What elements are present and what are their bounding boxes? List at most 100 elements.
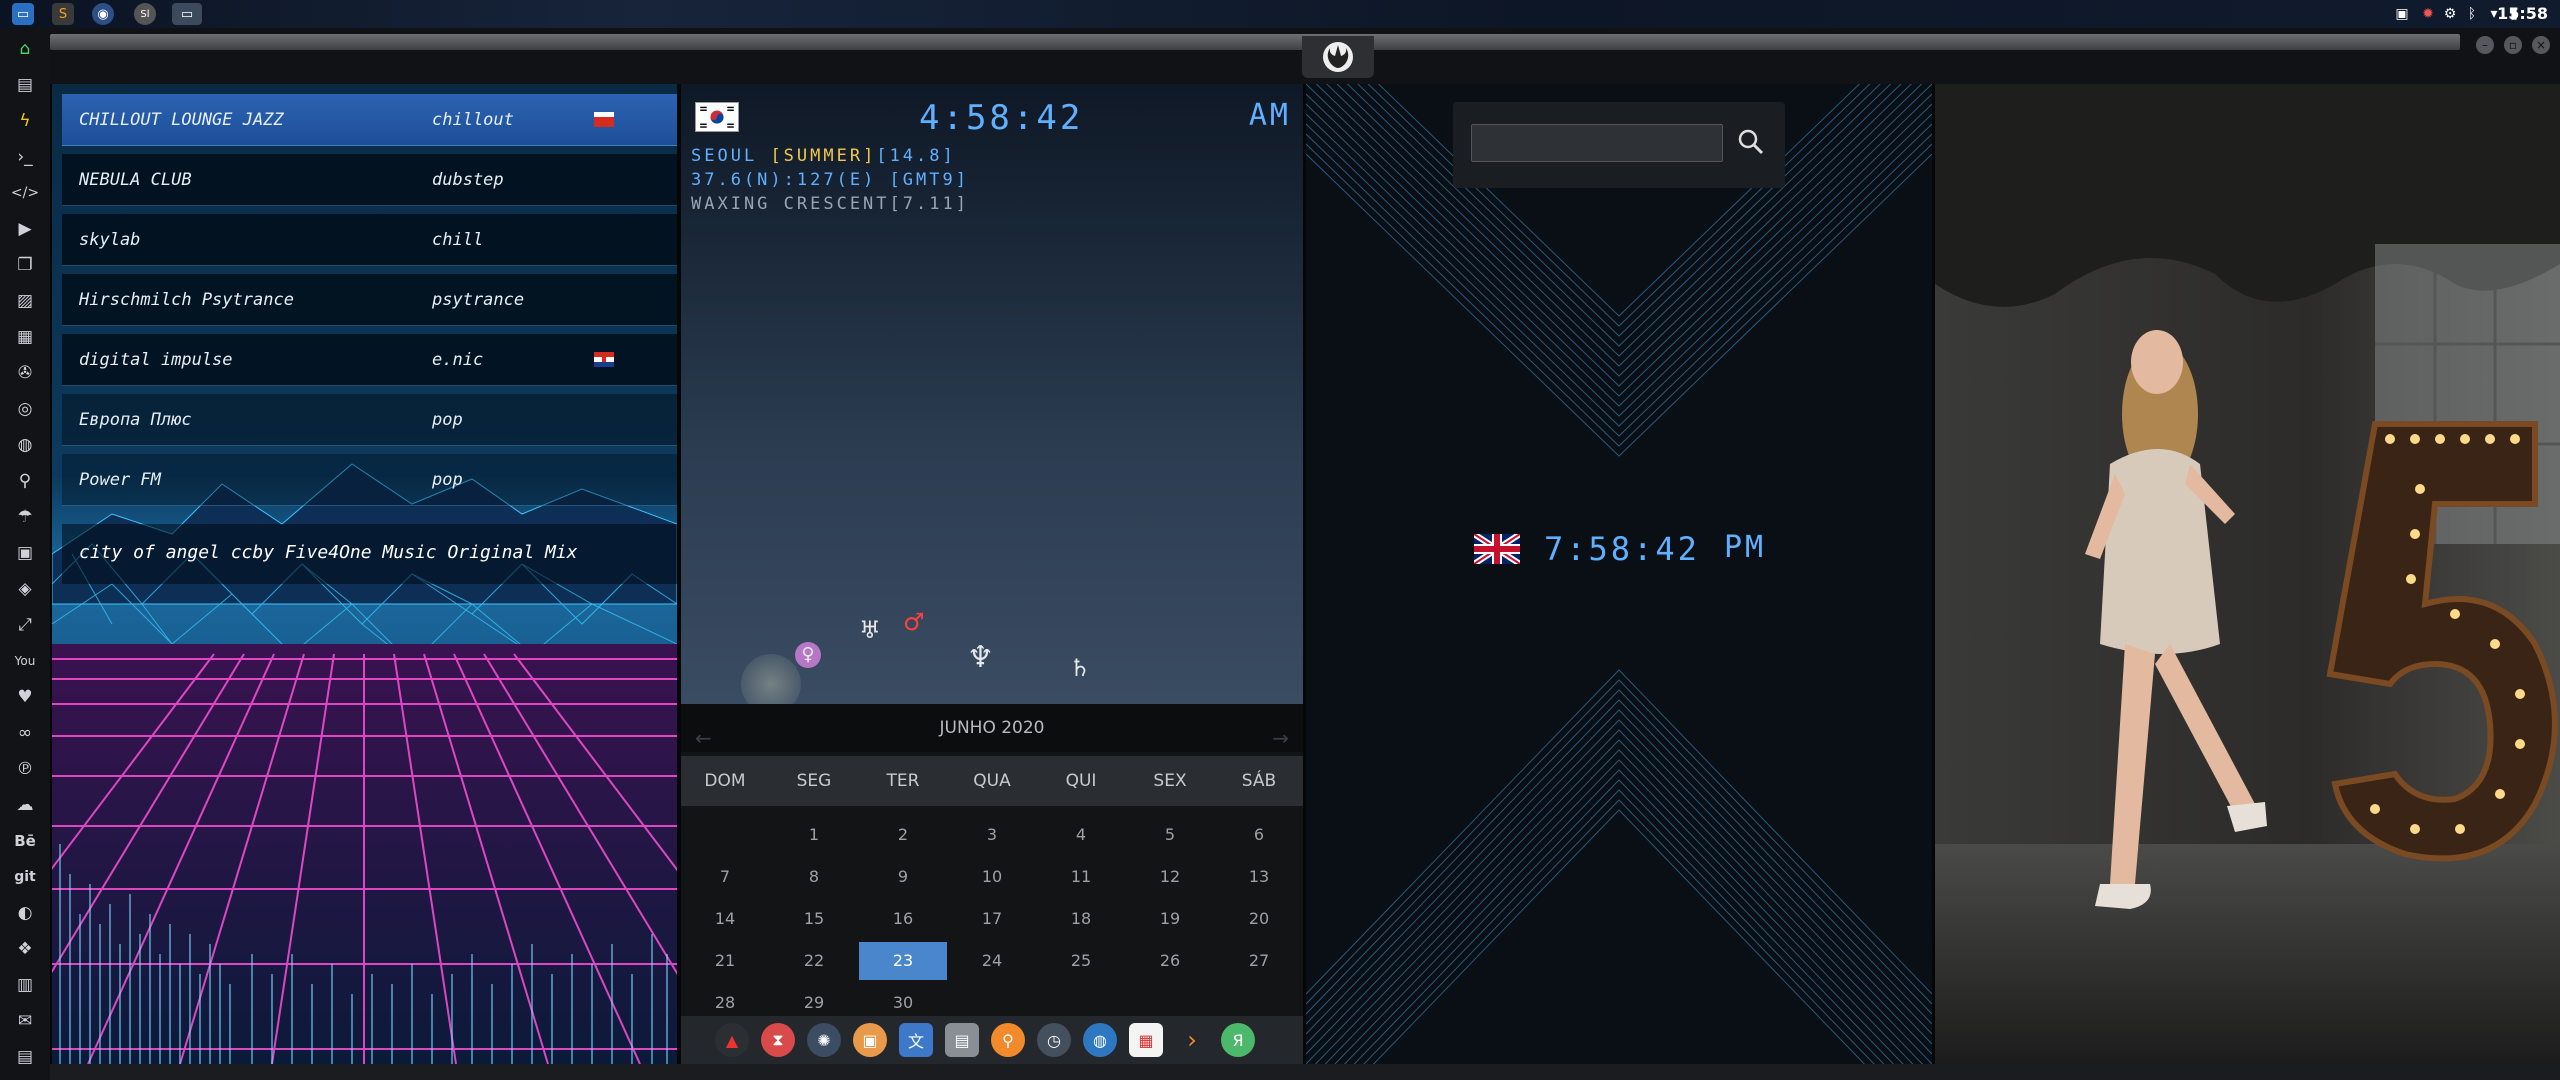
calendar-day[interactable]: 9 [859, 858, 947, 896]
expand-icon[interactable]: ⤢ [12, 612, 38, 638]
chrome-icon[interactable]: ◎ [12, 396, 38, 422]
gear-tray-icon[interactable]: ⚙ [2440, 4, 2460, 24]
mail-icon[interactable]: ✉ [12, 1008, 38, 1034]
code-icon[interactable]: </> [11, 180, 39, 206]
pinterest-icon[interactable]: ℗ [12, 756, 38, 782]
previous-month-icon[interactable]: ← [695, 714, 712, 762]
chrome-app-icon[interactable]: ◉ [92, 3, 114, 25]
umbrella-icon[interactable]: ☂ [12, 504, 38, 530]
window-app-icon[interactable]: ▭ [172, 3, 202, 25]
tag-icon[interactable]: ◈ [12, 576, 38, 602]
calendar-day[interactable]: 20 [1215, 900, 1303, 938]
copy-icon[interactable]: ❐ [12, 252, 38, 278]
search-icon[interactable]: ⚲ [12, 468, 38, 494]
dock-globe-icon[interactable]: ◍ [1083, 1023, 1117, 1057]
calendar-day[interactable]: 8 [770, 858, 858, 896]
news-icon[interactable]: ▦ [12, 324, 38, 350]
station-name: NEBULA CLUB [79, 170, 192, 190]
play-icon[interactable]: ▶ [12, 216, 38, 242]
maximize-button[interactable]: ▫ [2504, 36, 2522, 54]
search-icon[interactable] [1731, 120, 1771, 164]
station-row[interactable]: CHILLOUT LOUNGE JAZZ chillout [62, 94, 677, 146]
calendar-day[interactable]: 6 [1215, 816, 1303, 854]
git-icon[interactable]: git [12, 864, 38, 890]
image-icon[interactable]: ▨ [12, 288, 38, 314]
dock-yandex-icon[interactable]: Я [1221, 1023, 1255, 1057]
rebel-alliance-icon[interactable] [1302, 36, 1374, 78]
home-icon[interactable]: ⌂ [12, 36, 38, 62]
calendar-day[interactable]: 21 [681, 942, 769, 980]
contact-icon[interactable]: ▣ [12, 540, 38, 566]
top-panel: ▭ S ◉ Sl ▭ ▣ ✹ ⚙ ᛒ ▾ ▮ 15:58 [0, 0, 2560, 28]
calendar-day[interactable]: 7 [681, 858, 769, 896]
calendar-day[interactable]: 10 [948, 858, 1036, 896]
calendar-day[interactable]: 15 [770, 900, 858, 938]
calendar-day[interactable]: 27 [1215, 942, 1303, 980]
calendar-day[interactable]: 5 [1126, 816, 1214, 854]
infinity-icon[interactable]: ∞ [12, 720, 38, 746]
weekday-label: SEG [796, 771, 832, 791]
dock-hourglass-icon[interactable]: ⧗ [761, 1023, 795, 1057]
station-row[interactable]: skylab chill [62, 214, 677, 266]
calendar-day[interactable]: 1 [770, 816, 858, 854]
sl-app-icon[interactable]: Sl [134, 3, 156, 25]
map-icon[interactable]: ▥ [12, 972, 38, 998]
station-row[interactable]: Европа Плюс pop [62, 394, 677, 446]
calendar-day[interactable]: 2 [859, 816, 947, 854]
calendar-day[interactable]: 18 [1037, 900, 1125, 938]
dock-news-icon[interactable]: ▤ [945, 1023, 979, 1057]
files-app-icon[interactable]: ▭ [12, 3, 34, 25]
youtube-icon[interactable]: You [12, 648, 38, 674]
calendar-day[interactable]: 12 [1126, 858, 1214, 896]
bluetooth-tray-icon[interactable]: ᛒ [2462, 4, 2482, 24]
search-input[interactable] [1471, 124, 1723, 162]
calendar-day[interactable]: 24 [948, 942, 1036, 980]
seoul-time: 4:58:42 [919, 98, 1084, 138]
close-button[interactable]: × [2532, 36, 2550, 54]
calendar-day[interactable]: 13 [1215, 858, 1303, 896]
calendar-day[interactable]: 14 [681, 900, 769, 938]
settings-tray-icon[interactable]: ✹ [2418, 4, 2438, 24]
globe-icon[interactable]: ◍ [12, 432, 38, 458]
calendar-day[interactable]: 16 [859, 900, 947, 938]
station-row[interactable]: digital impulse e.nic [62, 334, 677, 386]
dock-app-red-icon[interactable]: ▲ [715, 1023, 749, 1057]
station-row[interactable]: Power FM pop [62, 454, 677, 506]
dock-clock-icon[interactable]: ◷ [1037, 1023, 1071, 1057]
calendar-day[interactable]: 26 [1126, 942, 1214, 980]
station-row[interactable]: Hirschmilch Psytrance psytrance [62, 274, 677, 326]
heart-icon[interactable]: ♥ [12, 684, 38, 710]
station-row[interactable]: NEBULA CLUB dubstep [62, 154, 677, 206]
next-month-icon[interactable]: → [1272, 714, 1289, 762]
dock-world-icon[interactable]: ✺ [807, 1023, 841, 1057]
now-playing[interactable]: city of angel ccby Five4One Music Origin… [62, 524, 677, 584]
dock-search-icon[interactable]: ⚲ [991, 1023, 1025, 1057]
calendar-day[interactable]: 19 [1126, 900, 1214, 938]
github-icon[interactable]: ◐ [12, 900, 38, 926]
lightning-icon[interactable]: ϟ [12, 108, 38, 134]
cloud-icon[interactable]: ☁ [12, 792, 38, 818]
dock-photos-icon[interactable]: ▣ [853, 1023, 887, 1057]
calendar-day[interactable]: 3 [948, 816, 1036, 854]
dock-calendar-icon[interactable]: ▦ [1129, 1023, 1163, 1057]
aperture-icon[interactable]: ✇ [12, 360, 38, 386]
dropbox-icon[interactable]: ❖ [12, 936, 38, 962]
terminal-icon[interactable]: ›_ [12, 144, 38, 170]
dock-forward-icon[interactable]: › [1175, 1023, 1209, 1057]
title-strip[interactable] [50, 34, 2460, 50]
calendar-day[interactable]: 22 [770, 942, 858, 980]
calendar-day-today[interactable]: 23 [859, 942, 947, 980]
uk-clock-panel: 7:58:42 PM [1306, 84, 1932, 1064]
calendar-day[interactable]: 17 [948, 900, 1036, 938]
calendar-day[interactable]: 11 [1037, 858, 1125, 896]
inbox-icon[interactable]: ▤ [12, 1044, 38, 1070]
document-icon[interactable]: ▤ [12, 72, 38, 98]
screenshot-tray-icon[interactable]: ▣ [2392, 4, 2412, 24]
sublime-app-icon[interactable]: S [52, 3, 74, 25]
calendar-day[interactable]: 4 [1037, 816, 1125, 854]
behance-icon[interactable]: Bē [12, 828, 38, 854]
calendar-day[interactable]: 25 [1037, 942, 1125, 980]
system-clock[interactable]: 15:58 [2497, 0, 2548, 28]
minimize-button[interactable]: – [2476, 36, 2494, 54]
dock-translate-icon[interactable]: 文 [899, 1023, 933, 1057]
